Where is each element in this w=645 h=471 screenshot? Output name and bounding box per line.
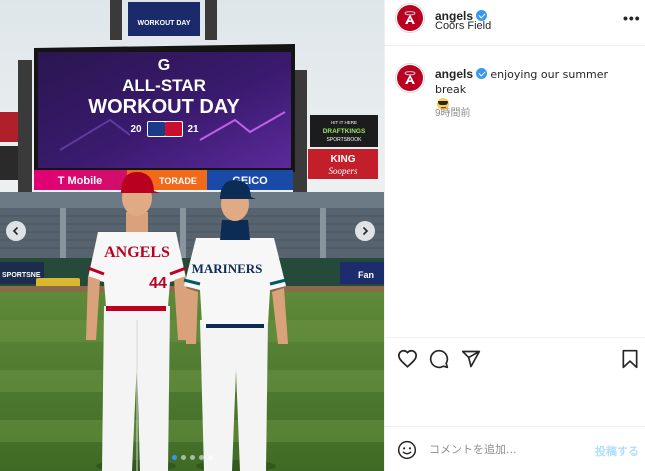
- carousel-dot: [189, 455, 195, 460]
- more-options-button[interactable]: •••: [623, 10, 641, 26]
- sponsor-letter: G: [158, 57, 170, 74]
- location-link[interactable]: Coors Field: [435, 20, 491, 32]
- carousel-dot: [207, 455, 213, 460]
- share-icon: [461, 350, 481, 368]
- top-badge-text: WORKOUT DAY: [137, 20, 190, 27]
- avatar[interactable]: [395, 3, 425, 33]
- post-header: angels Coors Field •••: [385, 0, 645, 46]
- instagram-post: WORKOUT DAY G ALL-STAR WORKOUT DAY 20 21…: [0, 0, 645, 471]
- chevron-right-icon: [362, 226, 369, 236]
- scoreboard-year-right: 21: [187, 124, 199, 135]
- angels-logo-icon: [404, 71, 416, 84]
- bookmark-icon: [622, 349, 638, 369]
- post-sidebar: angels Coors Field ••• angels enjoying o…: [384, 0, 645, 471]
- smiley-icon: [397, 440, 417, 460]
- verified-badge-icon: [476, 68, 488, 79]
- angels-logo-icon: [404, 11, 416, 24]
- save-button[interactable]: [621, 349, 639, 374]
- caption-username[interactable]: angels: [435, 67, 473, 81]
- carousel-dot: [198, 455, 204, 460]
- carousel-next-button[interactable]: [355, 221, 375, 241]
- wall-sign-left: SPORTSNE: [2, 272, 41, 279]
- chevron-left-icon: [12, 226, 19, 236]
- dk-line1: HIT IT HERE: [331, 120, 357, 125]
- dk-line2: DRAFTKINGS: [323, 128, 366, 135]
- scoreboard-title-line1: ALL-STAR: [122, 76, 206, 95]
- emoji-picker-button[interactable]: [397, 440, 417, 465]
- comment-input[interactable]: [429, 439, 589, 459]
- ad-gatorade: TORADE: [159, 176, 197, 186]
- like-button[interactable]: [397, 349, 418, 373]
- share-button[interactable]: [461, 349, 481, 374]
- heart-icon: [397, 349, 418, 368]
- jersey-angels-number: 44: [149, 275, 167, 292]
- jersey-mariners-text: MARINERS: [192, 261, 263, 276]
- post-photo: WORKOUT DAY G ALL-STAR WORKOUT DAY 20 21…: [0, 0, 384, 471]
- dk-line3: SPORTSBOOK: [327, 137, 363, 143]
- carousel-dot: [180, 455, 186, 460]
- king-line1: KING: [331, 154, 356, 165]
- action-bar: [385, 337, 645, 379]
- post-timestamp[interactable]: 9時間前: [435, 104, 471, 119]
- comment-icon: [429, 349, 449, 369]
- scoreboard-year-left: 20: [130, 124, 142, 135]
- avatar[interactable]: [395, 63, 425, 93]
- carousel-dot: [171, 455, 177, 460]
- post-media: WORKOUT DAY G ALL-STAR WORKOUT DAY 20 21…: [0, 0, 384, 471]
- jersey-angels-text: ANGELS: [104, 244, 170, 261]
- wall-sign-right: Fan: [358, 270, 374, 280]
- comment-form: 投稿する: [385, 426, 645, 471]
- scoreboard-title-line2: WORKOUT DAY: [88, 96, 240, 118]
- post-comment-button[interactable]: 投稿する: [595, 443, 639, 459]
- carousel-indicator: [0, 455, 384, 460]
- ad-tmobile: T Mobile: [58, 175, 103, 187]
- comment-button[interactable]: [429, 349, 449, 374]
- carousel-prev-button[interactable]: [6, 221, 26, 241]
- king-line2: Soopers: [329, 166, 358, 176]
